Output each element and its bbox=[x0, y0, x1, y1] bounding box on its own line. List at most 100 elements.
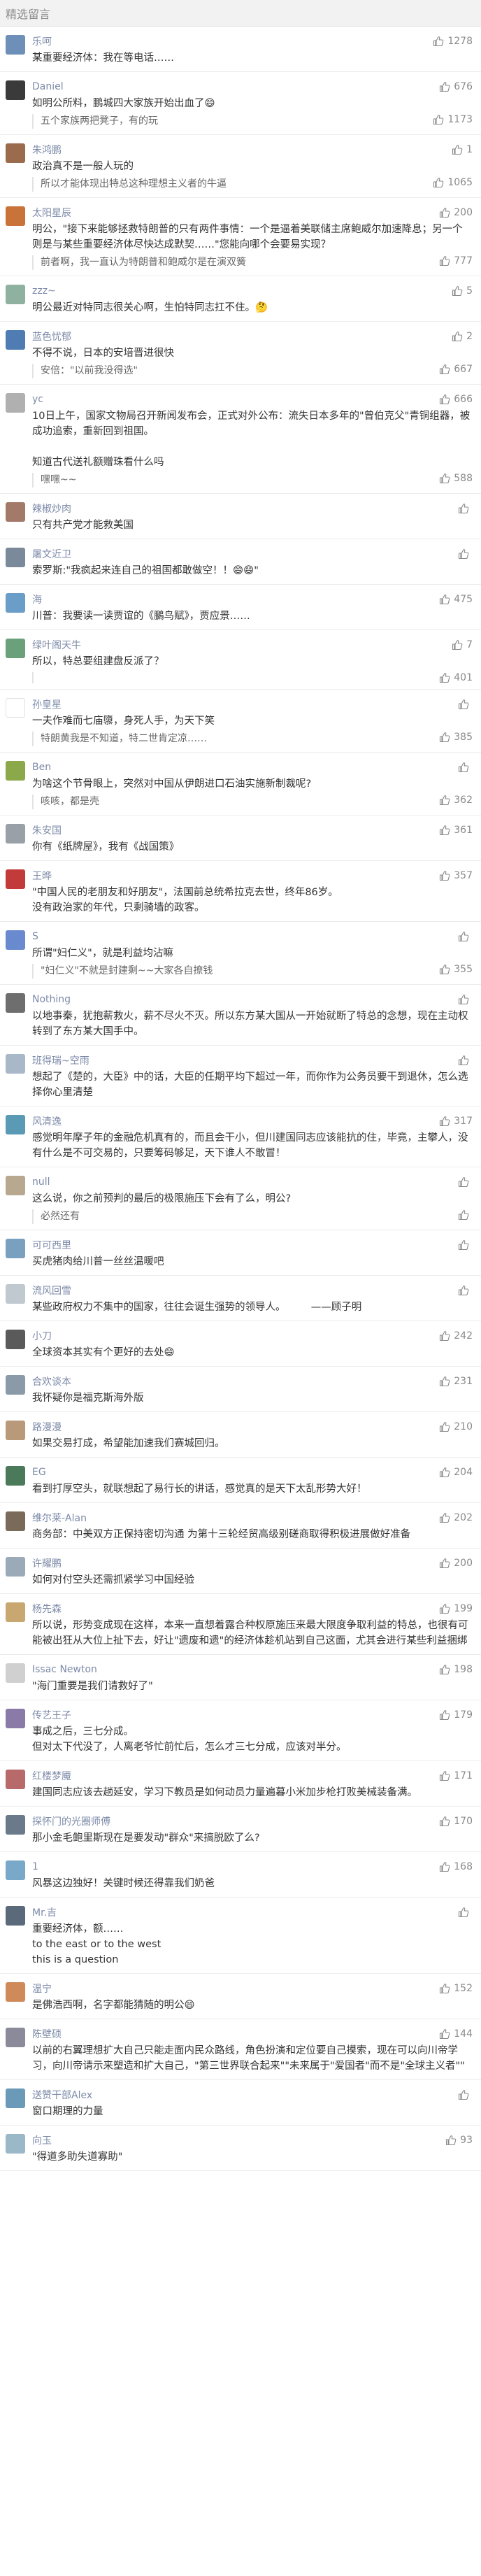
reply-like-count: 667 bbox=[454, 364, 473, 375]
avatar[interactable] bbox=[6, 393, 25, 413]
avatar[interactable] bbox=[6, 1054, 25, 1074]
avatar[interactable] bbox=[6, 1511, 25, 1531]
like-button[interactable]: 357 bbox=[433, 870, 473, 881]
avatar[interactable] bbox=[6, 1602, 25, 1622]
like-button[interactable]: 1 bbox=[446, 144, 473, 155]
like-button[interactable] bbox=[452, 1055, 473, 1066]
avatar[interactable] bbox=[6, 1421, 25, 1440]
like-button[interactable]: 200 bbox=[433, 1558, 473, 1569]
like-button[interactable]: 5 bbox=[446, 285, 473, 297]
avatar[interactable] bbox=[6, 698, 25, 718]
avatar[interactable] bbox=[6, 35, 25, 55]
avatar[interactable] bbox=[6, 1239, 25, 1258]
like-button[interactable]: 199 bbox=[433, 1603, 473, 1614]
like-button[interactable]: 361 bbox=[433, 825, 473, 836]
like-button[interactable]: 152 bbox=[433, 1983, 473, 1994]
like-button[interactable]: 200 bbox=[433, 207, 473, 218]
comment-body: 朱鸿鹏 1 政治真不是一般人玩的 所以才能体现出特总这种理想主义者的牛逼 106… bbox=[32, 142, 473, 192]
avatar[interactable] bbox=[6, 1466, 25, 1486]
like-button[interactable]: 1278 bbox=[427, 36, 473, 47]
avatar[interactable] bbox=[6, 993, 25, 1013]
avatar[interactable] bbox=[6, 1330, 25, 1349]
reply-like-button[interactable]: 401 bbox=[433, 672, 473, 683]
reply-like-button[interactable]: 1173 bbox=[427, 114, 473, 125]
avatar[interactable] bbox=[6, 2134, 25, 2154]
like-button[interactable]: 202 bbox=[433, 1512, 473, 1523]
like-button[interactable] bbox=[452, 1176, 473, 1188]
like-button[interactable]: 231 bbox=[433, 1376, 473, 1387]
avatar[interactable] bbox=[6, 593, 25, 613]
thumbs-up-icon bbox=[458, 1210, 469, 1221]
comment-content: 窗口期理的力量 bbox=[32, 2106, 103, 2117]
avatar[interactable] bbox=[6, 930, 25, 950]
like-button[interactable]: 144 bbox=[433, 2028, 473, 2040]
avatar[interactable] bbox=[6, 639, 25, 658]
avatar[interactable] bbox=[6, 1709, 25, 1728]
avatar[interactable] bbox=[6, 761, 25, 781]
avatar[interactable] bbox=[6, 502, 25, 522]
like-button[interactable]: 168 bbox=[433, 1861, 473, 1872]
avatar[interactable] bbox=[6, 1375, 25, 1395]
like-button[interactable]: 2 bbox=[446, 331, 473, 342]
like-button[interactable] bbox=[452, 2089, 473, 2100]
like-button[interactable]: 93 bbox=[440, 2135, 473, 2146]
avatar[interactable] bbox=[6, 869, 25, 889]
avatar[interactable] bbox=[6, 1176, 25, 1195]
like-button[interactable]: 198 bbox=[433, 1664, 473, 1675]
avatar[interactable] bbox=[6, 1663, 25, 1683]
like-button[interactable]: 676 bbox=[433, 81, 473, 92]
avatar[interactable] bbox=[6, 1284, 25, 1304]
like-button[interactable] bbox=[452, 994, 473, 1005]
like-button[interactable]: 179 bbox=[433, 1709, 473, 1721]
like-button[interactable]: 242 bbox=[433, 1330, 473, 1342]
like-button[interactable]: 317 bbox=[433, 1116, 473, 1127]
reply-like-button[interactable] bbox=[452, 1209, 473, 1221]
avatar[interactable] bbox=[6, 1115, 25, 1134]
avatar[interactable] bbox=[6, 548, 25, 567]
thumbs-up-icon bbox=[440, 965, 450, 975]
like-button[interactable] bbox=[452, 1239, 473, 1251]
comment-header: 屠文近卫 bbox=[32, 546, 473, 562]
avatar[interactable] bbox=[6, 1770, 25, 1789]
reply-like-button[interactable]: 1065 bbox=[427, 177, 473, 188]
comment-body: 向玉 93 "得道多助失道寡助" bbox=[32, 2133, 473, 2165]
avatar[interactable] bbox=[6, 330, 25, 350]
like-button[interactable] bbox=[452, 503, 473, 514]
reply-like-button[interactable]: 355 bbox=[433, 964, 473, 975]
like-button[interactable]: 204 bbox=[433, 1467, 473, 1478]
reply-like-button[interactable]: 385 bbox=[433, 732, 473, 743]
comment-body: 屠文近卫 索罗斯:"我疯起来连自己的祖国都敢做空！！😄😄" bbox=[32, 546, 473, 578]
comment-nickname: Issac Newton bbox=[32, 1664, 97, 1675]
avatar[interactable] bbox=[6, 1815, 25, 1835]
like-button[interactable] bbox=[452, 699, 473, 710]
like-button[interactable]: 170 bbox=[433, 1816, 473, 1827]
reply-like-button[interactable]: 588 bbox=[433, 473, 473, 484]
avatar[interactable] bbox=[6, 2028, 25, 2047]
avatar[interactable] bbox=[6, 2088, 25, 2108]
reply-like-button[interactable]: 667 bbox=[433, 364, 473, 375]
avatar[interactable] bbox=[6, 1982, 25, 2002]
like-button[interactable] bbox=[452, 1907, 473, 1918]
avatar[interactable] bbox=[6, 80, 25, 100]
avatar[interactable] bbox=[6, 143, 25, 163]
reply-like-button[interactable]: 777 bbox=[433, 255, 473, 266]
avatar[interactable] bbox=[6, 206, 25, 226]
like-button[interactable]: 7 bbox=[446, 639, 473, 650]
reply-like-button[interactable]: 362 bbox=[433, 795, 473, 806]
like-button[interactable]: 210 bbox=[433, 1421, 473, 1432]
like-count: 199 bbox=[454, 1603, 473, 1614]
like-button[interactable] bbox=[452, 1285, 473, 1296]
like-button[interactable] bbox=[452, 548, 473, 560]
avatar[interactable] bbox=[6, 1557, 25, 1577]
like-button[interactable]: 171 bbox=[433, 1770, 473, 1781]
like-button[interactable] bbox=[452, 931, 473, 942]
avatar[interactable] bbox=[6, 285, 25, 304]
comment-item: 绿叶阁天牛 7 所以，特总要组建盘反派了？ 401 bbox=[0, 630, 481, 690]
like-button[interactable] bbox=[452, 762, 473, 773]
avatar[interactable] bbox=[6, 1860, 25, 1880]
comment-item: 传艺王子 179 事成之后，三七分成。 但对太下代没了，人离老爷忙前忙后，怎么才… bbox=[0, 1700, 481, 1761]
avatar[interactable] bbox=[6, 1906, 25, 1926]
like-button[interactable]: 666 bbox=[433, 394, 473, 405]
like-button[interactable]: 475 bbox=[433, 594, 473, 605]
avatar[interactable] bbox=[6, 824, 25, 844]
